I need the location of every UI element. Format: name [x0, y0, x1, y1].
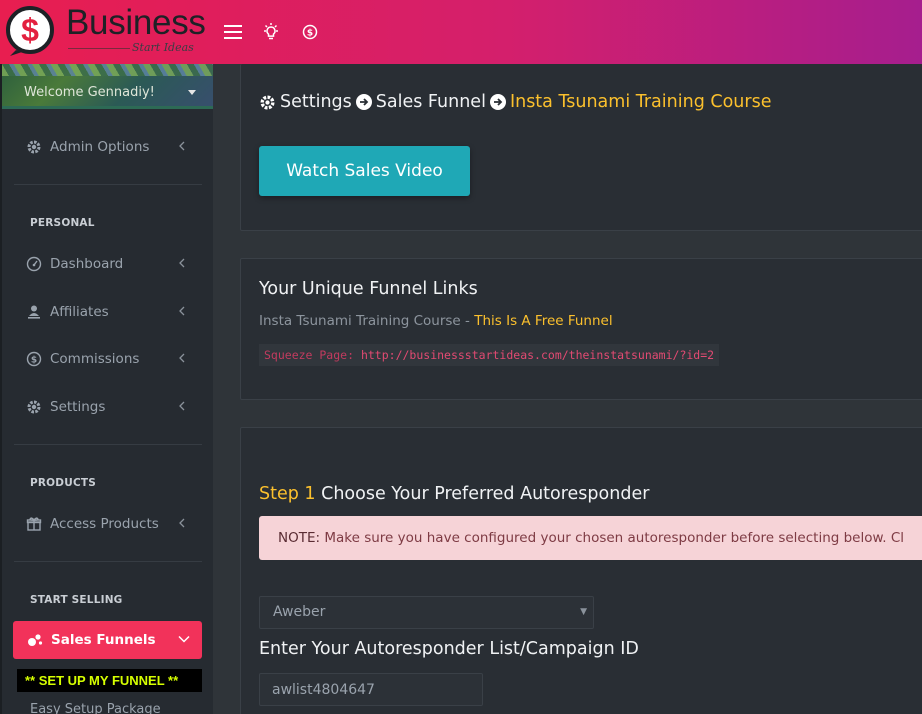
hamburger-icon[interactable] [221, 20, 245, 44]
note-text: Make sure you have configured your chose… [324, 530, 905, 546]
sidebar: Welcome Gennadiy! Admin Options PERSONAL… [0, 64, 213, 714]
svg-text:$: $ [307, 29, 313, 39]
breadcrumb-current: Insta Tsunami Training Course [509, 92, 772, 112]
dollar-coin-icon[interactable]: $ [298, 20, 322, 44]
sidebar-item-settings[interactable]: Settings [24, 394, 194, 420]
sidebar-item-easy-setup[interactable]: Easy Setup Package [30, 702, 161, 714]
chevron-left-icon [179, 353, 185, 363]
sidebar-item-admin-options[interactable]: Admin Options [24, 134, 194, 160]
divider [14, 444, 202, 445]
sidebar-item-label: Commissions [50, 351, 140, 367]
chevron-down-icon[interactable] [188, 90, 196, 95]
user-panel-border [2, 106, 213, 109]
divider [14, 184, 202, 185]
divider [14, 561, 202, 562]
chevron-left-icon [179, 258, 185, 268]
autoresponder-select[interactable]: Aweber ▼ [259, 596, 594, 629]
step-title: Choose Your Preferred Autoresponder [321, 484, 650, 504]
course-name: Insta Tsunami Training Course - [259, 313, 475, 329]
header-panel: Settings Sales Funnel Insta Tsunami Trai… [240, 64, 922, 231]
chevron-down-icon [178, 635, 190, 643]
sidebar-item-label: Dashboard [50, 256, 124, 272]
sidebar-item-label: Admin Options [50, 139, 150, 155]
autoresponder-selected: Aweber [273, 604, 326, 620]
sidebar-item-label: Settings [50, 399, 106, 415]
gear-icon [260, 94, 275, 110]
list-id-input[interactable] [259, 673, 483, 706]
breadcrumb: Settings Sales Funnel Insta Tsunami Trai… [259, 92, 771, 112]
welcome-text: Welcome Gennadiy! [24, 85, 155, 100]
chevron-left-icon [179, 518, 185, 528]
sidebar-item-sales-funnels[interactable]: Sales Funnels [13, 621, 202, 659]
watch-sales-video-button[interactable]: Watch Sales Video [259, 146, 470, 196]
sidebar-item-dashboard[interactable]: Dashboard [24, 251, 194, 277]
user-panel-banner [2, 64, 213, 76]
chevron-left-icon [179, 141, 185, 151]
sidebar-item-label: Access Products [50, 516, 159, 532]
arrow-right-circle-icon [355, 94, 372, 110]
step-number: Step 1 [259, 484, 316, 504]
brand-name: Business [66, 3, 206, 42]
funnel-subtitle: Insta Tsunami Training Course - This Is … [259, 313, 613, 329]
setup-funnel-link[interactable]: ** SET UP MY FUNNEL ** [17, 669, 202, 692]
funnel-links-panel: Your Unique Funnel Links Insta Tsunami T… [240, 258, 922, 400]
funnel-links-heading: Your Unique Funnel Links [259, 279, 478, 299]
top-bar: $ Business Start Ideas $ [0, 0, 922, 64]
svg-text:$: $ [31, 356, 37, 366]
breadcrumb-sales-funnel[interactable]: Sales Funnel [376, 92, 486, 112]
section-heading-products: PRODUCTS [30, 477, 96, 489]
sidebar-item-affiliates[interactable]: Affiliates [24, 299, 194, 325]
sidebar-item-label: Sales Funnels [51, 632, 156, 648]
autoresponder-panel: Step 1 Choose Your Preferred Autorespond… [240, 427, 922, 714]
squeeze-page-url[interactable]: http://businessstartideas.com/theinstats… [361, 348, 714, 362]
step-heading: Step 1 Choose Your Preferred Autorespond… [259, 484, 649, 504]
gift-icon [24, 514, 44, 534]
user-panel[interactable]: Welcome Gennadiy! [2, 64, 213, 109]
user-icon [24, 302, 44, 322]
logo-icon: $ [6, 6, 54, 56]
section-heading-personal: PERSONAL [30, 217, 95, 229]
sidebar-item-commissions[interactable]: $ Commissions [24, 346, 194, 372]
squeeze-page-link[interactable]: Squeeze Page: http://businessstartideas.… [259, 344, 720, 366]
sidebar-item-access-products[interactable]: Access Products [24, 511, 194, 537]
squeeze-page-label: Squeeze Page: [264, 348, 355, 362]
svg-text:$: $ [21, 12, 39, 48]
chevron-left-icon [179, 306, 185, 316]
main-content: Settings Sales Funnel Insta Tsunami Trai… [213, 64, 922, 714]
sidebar-item-label: Affiliates [50, 304, 109, 320]
dollar-coin-icon: $ [24, 349, 44, 369]
funnel-dots-icon [27, 633, 43, 647]
note-label: NOTE: [278, 530, 321, 546]
note-alert: NOTE: Make sure you have configured your… [259, 516, 922, 560]
gear-icon [24, 397, 44, 417]
gear-icon [24, 137, 44, 157]
brand-divider [68, 48, 130, 49]
brand-tagline: Start Ideas [132, 41, 194, 54]
dropdown-arrow-icon: ▼ [580, 607, 587, 617]
lightbulb-icon[interactable] [259, 20, 283, 44]
chevron-left-icon [179, 401, 185, 411]
speedometer-icon [24, 254, 44, 274]
breadcrumb-settings[interactable]: Settings [280, 92, 352, 112]
free-funnel-label: This Is A Free Funnel [474, 313, 613, 329]
section-heading-start-selling: START SELLING [30, 594, 123, 606]
arrow-right-circle-icon [489, 94, 506, 110]
list-id-label: Enter Your Autoresponder List/Campaign I… [259, 639, 639, 659]
